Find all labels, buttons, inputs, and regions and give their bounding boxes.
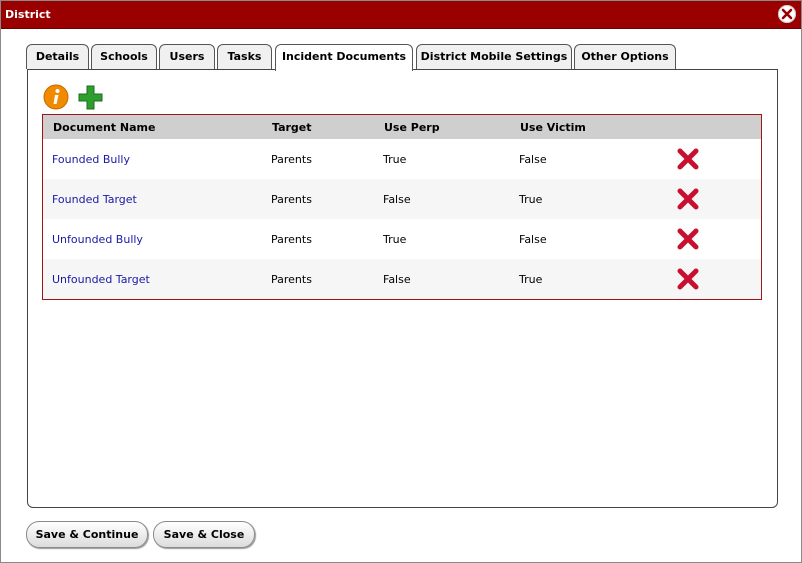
tab-incident-documents[interactable]: Incident Documents — [275, 44, 413, 71]
close-icon — [781, 8, 793, 20]
document-name-link[interactable]: Founded Target — [52, 193, 137, 206]
table-header: Document Name Target Use Perp Use Victim — [43, 115, 761, 139]
use-perp-cell: False — [383, 193, 411, 206]
target-cell: Parents — [271, 153, 312, 166]
save-close-button[interactable]: Save & Close — [153, 521, 255, 548]
delete-icon[interactable] — [676, 227, 700, 251]
save-continue-button[interactable]: Save & Continue — [26, 521, 148, 548]
document-name-link[interactable]: Unfounded Target — [52, 273, 150, 286]
use-victim-cell: True — [519, 193, 543, 206]
window-title: District — [5, 8, 51, 21]
delete-icon[interactable] — [676, 147, 700, 171]
table-row: Unfounded Bully Parents True False — [43, 219, 761, 259]
tab-tasks[interactable]: Tasks — [217, 44, 272, 69]
use-perp-cell: False — [383, 273, 411, 286]
use-victim-cell: True — [519, 273, 543, 286]
table-row: Founded Target Parents False True — [43, 179, 761, 219]
document-name-link[interactable]: Unfounded Bully — [52, 233, 143, 246]
target-cell: Parents — [271, 233, 312, 246]
tab-district-mobile-settings[interactable]: District Mobile Settings — [416, 44, 572, 69]
use-perp-cell: True — [383, 153, 407, 166]
table-row: Founded Bully Parents True False — [43, 139, 761, 179]
column-use-perp[interactable]: Use Perp — [384, 121, 440, 134]
tab-schools[interactable]: Schools — [91, 44, 157, 69]
info-icon[interactable] — [43, 84, 69, 113]
target-cell: Parents — [271, 273, 312, 286]
use-victim-cell: False — [519, 153, 547, 166]
column-target[interactable]: Target — [272, 121, 312, 134]
incident-documents-table: Document Name Target Use Perp Use Victim… — [42, 114, 762, 300]
target-cell: Parents — [271, 193, 312, 206]
add-document-button[interactable] — [77, 84, 104, 114]
title-bar: District — [1, 1, 801, 29]
document-name-link[interactable]: Founded Bully — [52, 153, 130, 166]
incident-documents-panel: Document Name Target Use Perp Use Victim… — [27, 69, 778, 508]
column-document-name[interactable]: Document Name — [53, 121, 155, 134]
use-victim-cell: False — [519, 233, 547, 246]
tab-other-options[interactable]: Other Options — [574, 44, 676, 69]
table-row: Unfounded Target Parents False True — [43, 259, 761, 299]
close-button[interactable] — [778, 5, 796, 23]
delete-icon[interactable] — [676, 267, 700, 291]
district-dialog: District Details Schools Users Tasks Inc… — [0, 0, 802, 563]
plus-icon — [78, 85, 103, 110]
delete-icon[interactable] — [676, 187, 700, 211]
tab-users[interactable]: Users — [159, 44, 215, 69]
column-use-victim[interactable]: Use Victim — [520, 121, 586, 134]
tab-details[interactable]: Details — [26, 44, 89, 69]
use-perp-cell: True — [383, 233, 407, 246]
